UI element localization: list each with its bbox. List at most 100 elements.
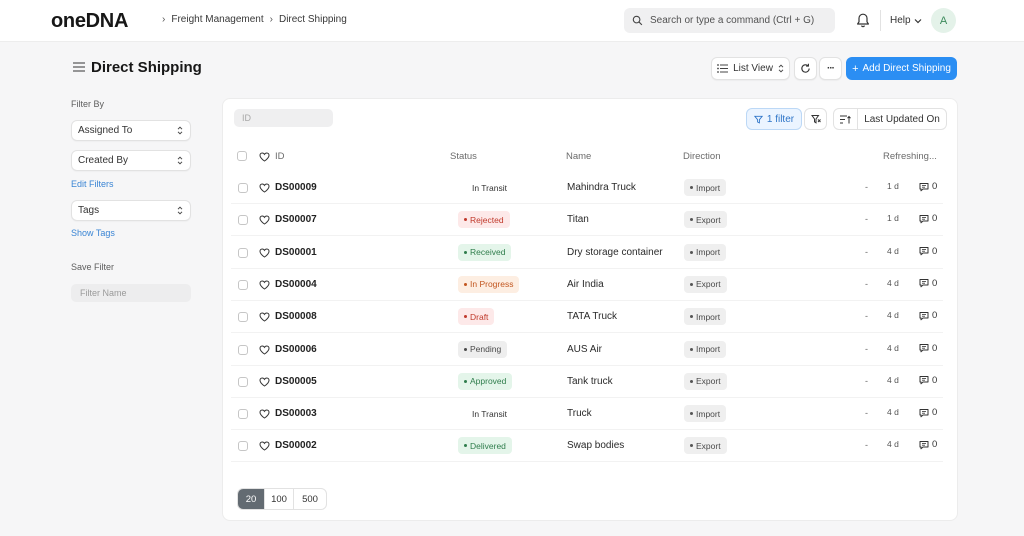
direction-dot [690, 186, 693, 189]
column-header-direction[interactable]: Direction [683, 151, 721, 162]
row-checkbox[interactable] [238, 376, 248, 387]
table-row[interactable]: DS00001 Received Dry storage container Impo… [231, 237, 943, 269]
filter-name-input[interactable]: Filter Name [71, 284, 191, 302]
select-all-checkbox[interactable] [237, 151, 247, 161]
column-header-name[interactable]: Name [566, 151, 591, 162]
avatar[interactable]: A [931, 8, 956, 33]
bell-icon[interactable] [855, 12, 871, 29]
assigned-to-select[interactable]: Assigned To [71, 120, 191, 141]
table-row[interactable]: DS00003 In Transit Truck Import - 4 d 0 [231, 398, 943, 431]
list-view-switcher[interactable]: List View [711, 57, 790, 80]
heart-icon[interactable] [259, 377, 270, 387]
page-size-100-button[interactable]: 100 [265, 489, 294, 509]
more-actions-button[interactable]: ··· [819, 57, 842, 80]
filter-button[interactable]: 1 filter [746, 108, 802, 130]
row-id-link[interactable]: DS00007 [275, 214, 317, 225]
comment-count[interactable]: 0 [919, 343, 937, 354]
comment-count[interactable]: 0 [919, 310, 937, 321]
row-id-link[interactable]: DS00003 [275, 408, 317, 419]
list-view-label: List View [733, 63, 773, 74]
sort-field-label[interactable]: Last Updated On [858, 114, 946, 125]
filter-x-icon [810, 115, 821, 124]
tags-select[interactable]: Tags [71, 200, 191, 221]
row-id-link[interactable]: DS00004 [275, 279, 317, 290]
row-dash: - [865, 440, 868, 451]
row-id-link[interactable]: DS00006 [275, 344, 317, 355]
status-dot [464, 379, 467, 383]
id-filter-input[interactable]: ID [234, 109, 333, 127]
heart-icon[interactable] [259, 441, 270, 451]
direction-badge: Export [684, 372, 727, 390]
comment-count[interactable]: 0 [919, 246, 937, 257]
comment-count[interactable]: 0 [919, 213, 937, 224]
row-checkbox[interactable] [238, 441, 248, 452]
row-checkbox[interactable] [238, 215, 248, 226]
search-bar[interactable]: Search or type a command (Ctrl + G) [624, 8, 835, 33]
row-checkbox[interactable] [238, 183, 248, 193]
row-id-link[interactable]: DS00005 [275, 376, 317, 387]
page-size-500-button[interactable]: 500 [294, 489, 326, 509]
table-row[interactable]: DS00005 Approved Tank truck Export - 4 d 0 [231, 366, 943, 398]
heart-icon[interactable] [259, 280, 270, 290]
comment-count[interactable]: 0 [919, 407, 937, 418]
modified-ago: 4 d [887, 439, 899, 450]
chevron-updown-icon [177, 126, 183, 135]
clear-filter-button[interactable] [804, 108, 827, 130]
row-id-link[interactable]: DS00009 [275, 182, 317, 193]
breadcrumb-item-direct-shipping[interactable]: Direct Shipping [279, 14, 347, 25]
column-header-id[interactable]: ID [275, 151, 285, 162]
comment-icon [919, 214, 929, 224]
add-direct-shipping-button[interactable]: + Add Direct Shipping [846, 57, 957, 80]
app-logo[interactable]: oneDNA [51, 10, 128, 33]
table-row[interactable]: DS00008 Draft TATA Truck Import - 4 d 0 [231, 301, 943, 334]
comment-count-label: 0 [932, 439, 938, 451]
created-by-select[interactable]: Created By [71, 150, 191, 171]
row-checkbox[interactable] [238, 247, 248, 258]
status-badge: Draft [458, 308, 495, 326]
status-label: In Progress [470, 279, 514, 290]
modified-ago: 4 d [887, 374, 899, 385]
comment-count[interactable]: 0 [919, 375, 937, 386]
hamburger-icon[interactable] [73, 62, 85, 72]
direction-badge: Import [684, 179, 727, 196]
comment-count[interactable]: 0 [919, 278, 937, 289]
direction-dot [690, 444, 693, 448]
sort-direction-button[interactable] [834, 109, 858, 129]
row-name: Tank truck [567, 375, 613, 387]
row-checkbox[interactable] [238, 279, 248, 290]
row-checkbox[interactable] [238, 344, 248, 355]
heart-icon[interactable] [259, 183, 270, 193]
page-size-20-button[interactable]: 20 [238, 489, 265, 509]
table-row[interactable]: DS00004 In Progress Air India Export - 4 d 0 [231, 269, 943, 301]
table-row[interactable]: DS00006 Pending AUS Air Import - 4 d 0 [231, 334, 943, 366]
breadcrumb-item-freight-management[interactable]: Freight Management [171, 14, 263, 25]
heart-icon[interactable] [259, 215, 270, 225]
comment-count[interactable]: 0 [919, 181, 937, 192]
chevron-updown-icon [177, 156, 183, 165]
heart-icon[interactable] [259, 344, 270, 355]
heart-icon[interactable] [259, 248, 270, 258]
row-checkbox[interactable] [238, 312, 248, 323]
sort-control[interactable]: Last Updated On [833, 108, 947, 130]
show-tags-link[interactable]: Show Tags [71, 228, 115, 238]
heart-icon[interactable] [259, 152, 270, 162]
heart-icon[interactable] [259, 312, 270, 322]
row-id-link[interactable]: DS00008 [275, 311, 317, 322]
row-id-link[interactable]: DS00001 [275, 247, 317, 258]
table-row[interactable]: DS00009 In Transit Mahindra Truck Import - 1 … [231, 172, 943, 204]
status-dot [464, 250, 467, 254]
page-size-selector: 20 100 500 [237, 488, 327, 510]
direction-label: Import [696, 408, 721, 419]
comment-count[interactable]: 0 [919, 439, 937, 450]
table-row[interactable]: DS00007 Rejected Titan Export - 1 d 0 [231, 204, 943, 237]
column-header-status[interactable]: Status [450, 151, 477, 162]
reload-button[interactable] [794, 57, 817, 80]
table-row[interactable]: DS00002 Delivered Swap bodies Export - 4 d 0 [231, 430, 943, 463]
direction-badge: Import [684, 340, 727, 358]
row-id-link[interactable]: DS00002 [275, 440, 317, 451]
row-name: TATA Truck [567, 311, 618, 323]
row-checkbox[interactable] [238, 409, 248, 420]
help-menu[interactable]: Help [890, 15, 922, 26]
edit-filters-link[interactable]: Edit Filters [71, 179, 114, 189]
heart-icon[interactable] [259, 409, 270, 419]
